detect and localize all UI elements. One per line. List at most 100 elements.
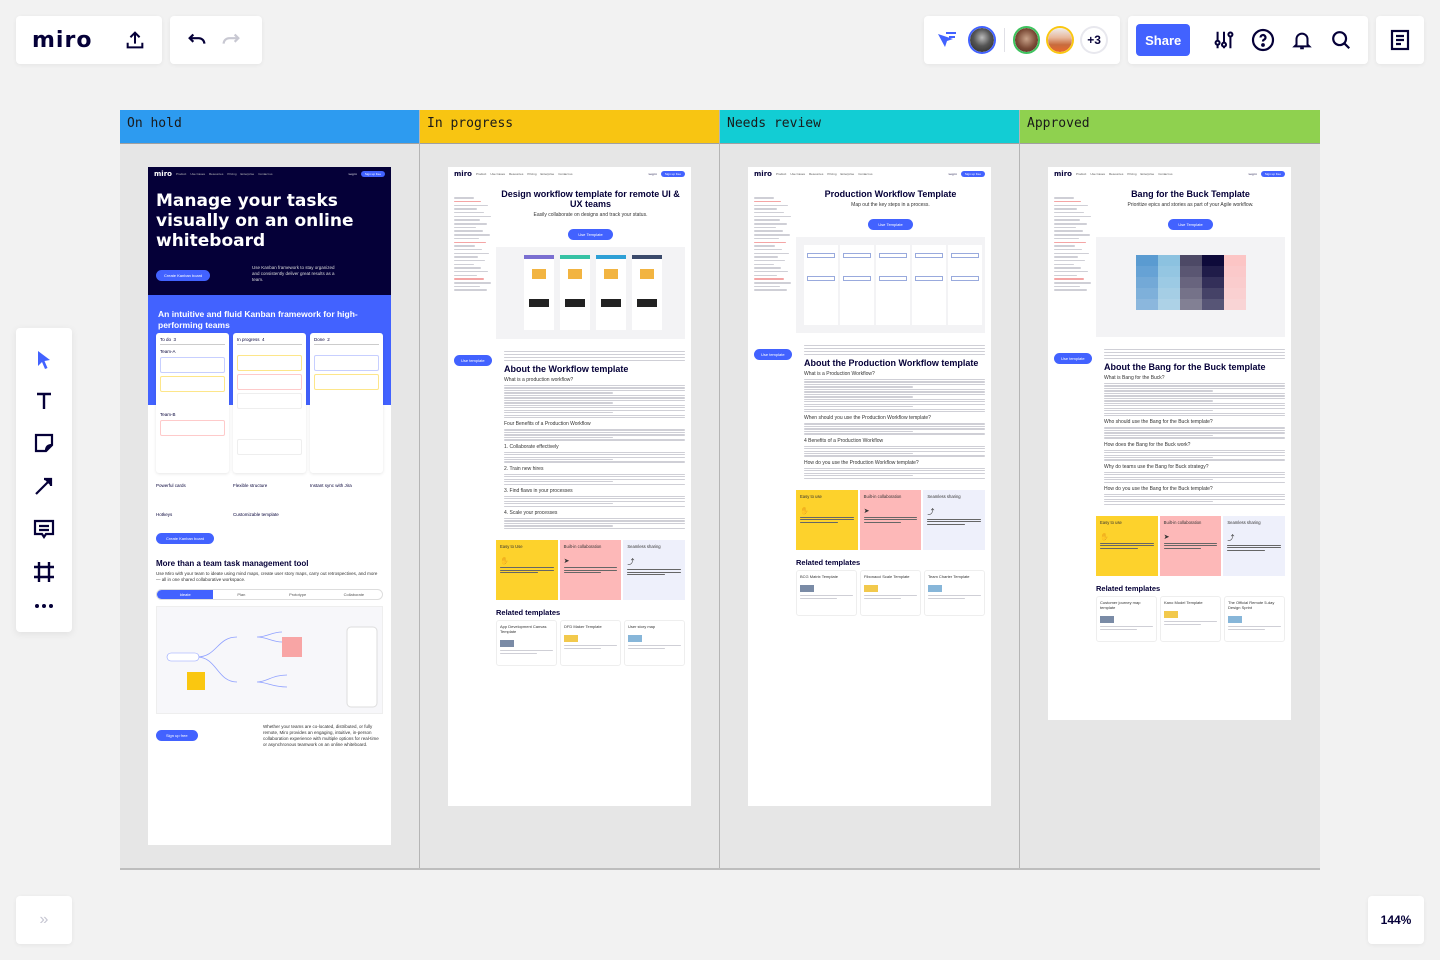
column-header[interactable]: Approved [1020, 110, 1320, 144]
mindmap-graphic [166, 626, 378, 708]
mini-logo: miro [454, 170, 472, 178]
arrow-line-icon[interactable] [33, 475, 55, 497]
redo-icon[interactable] [220, 29, 242, 51]
feature-card: Built-in collaboration ➤ [859, 490, 922, 551]
page-card[interactable]: miro Product Use Cases Resources Pricing… [148, 167, 391, 845]
closing-text: Whether your teams are co-located, distr… [263, 724, 379, 747]
search-icon[interactable] [1321, 20, 1360, 60]
expand-panel-button[interactable]: » [16, 896, 72, 944]
related-card: The Official Remote 5-day Design Sprint [1224, 596, 1285, 643]
login-link: Log in [648, 172, 657, 176]
template-title: Bang for the Buck Template [1131, 189, 1250, 199]
nav-link: Pricing [827, 172, 837, 176]
related-title: Related templates [796, 558, 861, 568]
feature-card: Seamless sharing ⤴ [1223, 516, 1286, 577]
avatar[interactable] [1012, 26, 1041, 54]
nav-links: Product Use Cases Resources Pricing Enterpri… [776, 172, 945, 176]
column-header[interactable]: Needs review [720, 110, 1019, 144]
miro-logo[interactable]: miro [32, 28, 92, 53]
board-notes-panel [1376, 16, 1424, 64]
column-header[interactable]: In progress [420, 110, 719, 144]
sticky-note-icon[interactable] [33, 432, 55, 454]
template-preview [796, 237, 985, 333]
chevrons-right-icon: » [39, 911, 49, 928]
section-desc: Use Miro with your team to ideate using … [156, 571, 378, 582]
use-template-button: Use Template [868, 219, 913, 230]
kanban-col: Done 2 [310, 333, 383, 473]
nav-link: Pricing [1127, 172, 1137, 176]
nav-link: Use Cases [790, 172, 805, 176]
related-templates: Customer journey map template Kano Model … [1096, 596, 1285, 643]
signup-button: Sign up free [360, 171, 385, 177]
nav-link: Pricing [227, 172, 237, 176]
nav-link: Contact us [1158, 172, 1173, 176]
nav-link: Enterprise [840, 172, 855, 176]
use-template-button: Use Template [1168, 219, 1213, 230]
sidebar-links [754, 195, 792, 293]
feature-card: Easy to use ✋ [796, 490, 858, 551]
use-template-button: Use template [754, 349, 792, 360]
help-icon[interactable] [1243, 20, 1282, 60]
comment-icon[interactable] [33, 518, 55, 540]
nav-link: Enterprise [1140, 172, 1155, 176]
frame-icon[interactable] [33, 561, 55, 583]
bell-icon[interactable] [1282, 20, 1321, 60]
column-header[interactable]: On hold [120, 110, 419, 144]
nav-links: Product Use Cases Resources Pricing Enterpri… [476, 172, 645, 176]
section-heading: 3. Find flaws in your processes [504, 487, 573, 494]
page-card[interactable]: miro Product Use Cases Resources Pricing Ente… [448, 167, 691, 806]
nav-link: Product [475, 172, 487, 176]
avatar[interactable] [1046, 26, 1075, 54]
settings-sliders-icon[interactable] [1204, 20, 1243, 60]
nav-link: Product [175, 172, 187, 176]
section-heading: What is Bang for the Buck? [1104, 374, 1165, 381]
undo-icon[interactable] [186, 29, 208, 51]
share-button[interactable]: Share [1136, 24, 1191, 56]
nav-link: Resources [808, 172, 824, 176]
section-heading: When should you use the Production Workf… [804, 415, 931, 422]
mini-logo: miro [1054, 170, 1072, 178]
create-board-cta: Create Kanban board [156, 533, 215, 544]
select-icon[interactable] [36, 350, 52, 370]
more-icon[interactable] [34, 603, 54, 609]
mini-logo: miro [154, 170, 172, 178]
page-card[interactable]: miro Product Use Cases Resources Pricing Ente… [1048, 167, 1291, 720]
feature-cards: Easy to Use ✋ Built-in collaboration ➤ Seaml… [496, 540, 686, 601]
about-heading: About the Production Workflow template [804, 357, 979, 368]
nav-link: Use Cases [190, 172, 205, 176]
cursor-follow-icon[interactable] [936, 30, 958, 50]
kanban-board[interactable]: On hold miro Product Use Cases Resources… [120, 110, 1320, 870]
zoom-level-button[interactable]: 144% [1368, 896, 1424, 944]
nav-link: Product [1075, 172, 1087, 176]
mini-logo: miro [754, 170, 772, 178]
feature-card: Built-in collaboration ➤ [1159, 516, 1222, 577]
related-card: Kano Model Template [1160, 596, 1221, 643]
document-icon[interactable] [1390, 29, 1410, 51]
column-approved[interactable]: Approved miro Product Use Cases Resources Pr… [1020, 110, 1320, 868]
text-icon[interactable] [34, 391, 54, 411]
nav-link: Resources [208, 172, 224, 176]
column-on-hold[interactable]: On hold miro Product Use Cases Resources… [120, 110, 420, 868]
more-collaborators-badge[interactable]: +3 [1080, 26, 1108, 54]
column-in-progress[interactable]: In progress miro Product Use Cases Resource… [420, 110, 720, 868]
upload-icon[interactable] [124, 29, 146, 51]
related-title: Related templates [1096, 584, 1161, 594]
tab: Collaborate [343, 592, 365, 597]
nav-link: Pricing [527, 172, 537, 176]
page-card[interactable]: miro Product Use Cases Resources Pricing Ente… [748, 167, 991, 806]
nav-link: Enterprise [540, 172, 555, 176]
template-subtitle: Easily collaborate on designs and track … [533, 212, 648, 218]
template-title: Design workflow template for remote UI &… [501, 189, 680, 209]
section-heading: Who should use the Bang for the Buck tem… [1104, 419, 1213, 426]
avatar[interactable] [968, 26, 996, 54]
feature-title: Hotkeys [156, 512, 173, 517]
section-heading: 4 Benefits of a Production Workflow [804, 437, 884, 444]
column-needs-review[interactable]: Needs review miro Product Use Cases Resourc… [720, 110, 1020, 868]
mini-nav: miro Product Use Cases Resources Pricing… [148, 167, 391, 181]
hero-section: miro Product Use Cases Resources Pricing… [148, 167, 391, 295]
about-heading: About the Workflow template [504, 363, 629, 374]
related-card: App Development Canvas Template [496, 620, 557, 667]
nav-link: Use Cases [1090, 172, 1105, 176]
signup-button: Sign up free [660, 171, 685, 177]
related-templates: BCG Matrix Template Fibonacci Scale Templ… [796, 570, 985, 617]
